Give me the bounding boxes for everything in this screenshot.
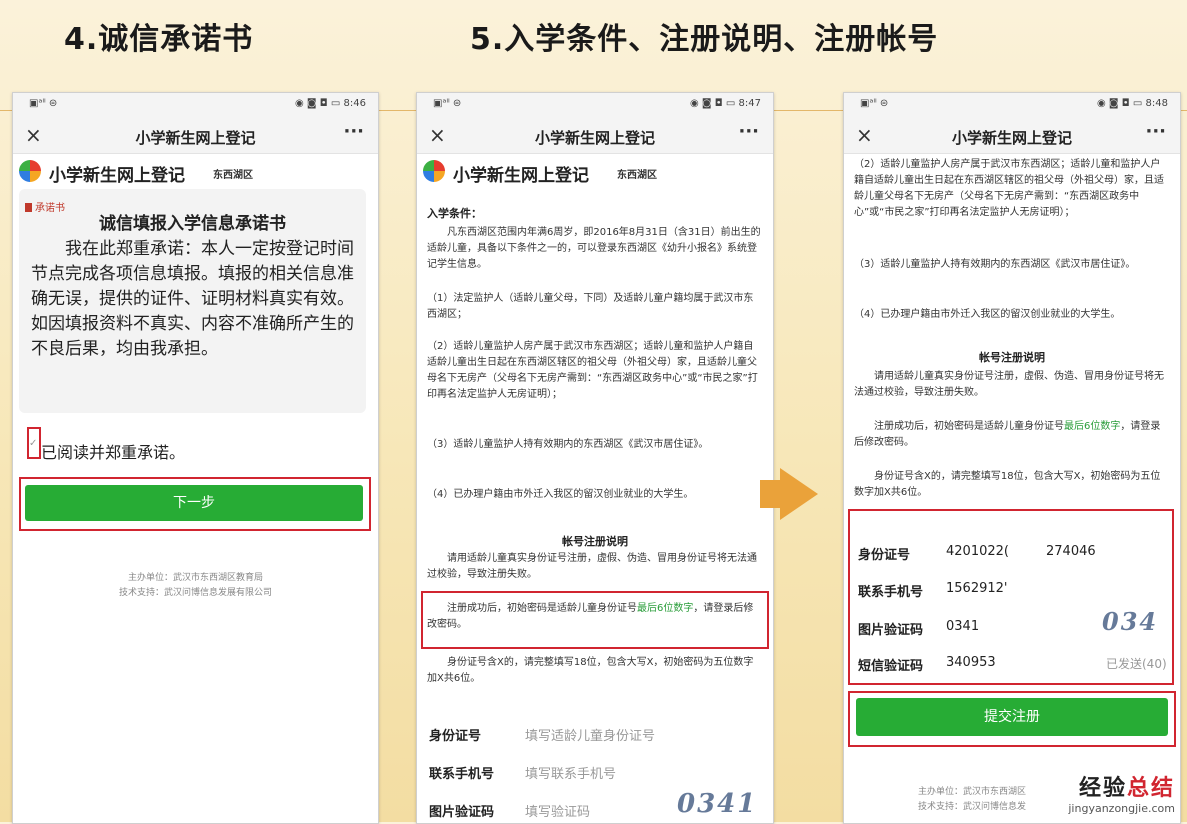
- condition-4: （4）已办理户籍由市外迁入我区的留汉创业就业的大学生。: [854, 309, 1121, 320]
- watermark-brand-b: 总结: [1126, 776, 1175, 801]
- condition-4: （4）已办理户籍由市外迁入我区的留汉创业就业的大学生。: [427, 489, 694, 500]
- sms-input[interactable]: 340953: [946, 655, 996, 670]
- captcha-image[interactable]: 034: [1102, 607, 1158, 636]
- arrow-right-icon: [760, 480, 782, 508]
- step4-heading: 4.诚信承诺书: [64, 22, 254, 57]
- phone-screen-pledge: ▣ᵃˡˡ ⊜ ◉ ◙ ◘ ▭ 8:46 × 小学新生网上登记 ··· 小学新生网…: [12, 92, 379, 824]
- footer: 主办单位：武汉市东西湖区教育局 技术支持：武汉问博信息发展有限公司: [13, 571, 378, 601]
- nav-bar: × 小学新生网上登记 ···: [13, 117, 378, 154]
- more-icon[interactable]: ···: [343, 121, 364, 142]
- highlight-text: 最后6位数字: [637, 603, 694, 614]
- nav-title: 小学新生网上登记: [951, 129, 1072, 147]
- phone-screen-conditions: ▣ᵃˡˡ ⊜ ◉ ◙ ◘ ▭ 8:47 × 小学新生网上登记 ··· 小学新生网…: [416, 92, 774, 824]
- status-icons: ◉ ◙ ◘ ▭: [1097, 98, 1143, 109]
- status-icons: ◉ ◙ ◘ ▭: [295, 98, 341, 109]
- registration-note-3: 身份证号含X的，请完整填写18位，包含大写X，初始密码为五位数字加X共6位。: [854, 471, 1161, 498]
- nav-bar: × 小学新生网上登记 ···: [417, 117, 773, 154]
- phone-screen-registration: ▣ᵃˡˡ ⊜ ◉ ◙ ◘ ▭ 8:48 × 小学新生网上登记 ··· （2）适龄…: [843, 92, 1181, 824]
- condition-2: （2）适龄儿童监护人房产属于武汉市东西湖区；适龄儿童和监护人户籍自适龄儿童出生日…: [854, 159, 1164, 218]
- sms-send-status[interactable]: 已发送(40): [1106, 655, 1167, 672]
- captcha-image[interactable]: 0341: [677, 789, 757, 819]
- status-bar: ▣ᵃˡˡ ⊜ ◉ ◙ ◘ ▭ 8:48: [844, 93, 1180, 117]
- captcha-label: 图片验证码: [858, 623, 924, 638]
- phone-label: 联系手机号: [858, 585, 924, 600]
- brand-district: 东西湖区: [213, 170, 253, 181]
- pledge-body: 我在此郑重承诺：本人一定按登记时间节点完成各项信息填报。填报的相关信息准确无误，…: [31, 239, 354, 359]
- agree-label: 已阅读并郑重承诺。: [41, 443, 186, 462]
- status-bar: ▣ᵃˡˡ ⊜ ◉ ◙ ◘ ▭ 8:46: [13, 93, 378, 117]
- divider-line: [772, 110, 843, 111]
- conditions-intro: 凡东西湖区范围内年满6周岁，即2016年8月31日（含31日）前出生的适龄儿童，…: [427, 227, 761, 270]
- nav-title: 小学新生网上登记: [534, 129, 655, 147]
- sms-label: 短信验证码: [858, 659, 924, 674]
- brand-header: 小学新生网上登记 东西湖区: [417, 154, 773, 188]
- submit-button[interactable]: 提交注册: [856, 698, 1168, 736]
- next-button[interactable]: 下一步: [25, 485, 363, 521]
- status-bar: ▣ᵃˡˡ ⊜ ◉ ◙ ◘ ▭ 8:47: [417, 93, 773, 117]
- brand-header: 小学新生网上登记 东西湖区: [13, 154, 378, 188]
- nav-bar: × 小学新生网上登记 ···: [844, 117, 1180, 154]
- registration-title: 帐号注册说明: [979, 351, 1045, 364]
- signal-icon: ▣ᵃˡˡ ⊜: [433, 98, 462, 109]
- logo-icon: [423, 160, 445, 182]
- pledge-title: 诚信填报入学信息承诺书: [99, 214, 286, 234]
- highlight-text: 最后6位数字: [1064, 421, 1121, 432]
- id-number-input[interactable]: 4201022(: [946, 544, 1009, 559]
- registration-note-1: 请用适龄儿童真实身份证号注册，虚假、伪造、冒用身份证号将无法通过校验，导致注册失…: [854, 371, 1164, 398]
- divider-line: [377, 110, 416, 111]
- registration-note-1: 请用适龄儿童真实身份证号注册，虚假、伪造、冒用身份证号将无法通过校验，导致注册失…: [427, 553, 757, 580]
- footer-support: 技术支持：武汉问博信息发展有限公司: [118, 588, 272, 598]
- registration-title: 帐号注册说明: [562, 535, 628, 548]
- signal-icon: ▣ᵃˡˡ ⊜: [860, 98, 889, 109]
- condition-1: （1）法定监护人（适龄儿童父母，下同）及适龄儿童户籍均属于武汉市东西湖区；: [427, 293, 754, 320]
- phone-input[interactable]: 1562912': [946, 581, 1007, 596]
- more-icon[interactable]: ···: [738, 121, 759, 142]
- pledge-card: 承诺书 诚信填报入学信息承诺书 我在此郑重承诺：本人一定按登记时间节点完成各项信…: [19, 189, 366, 413]
- check-icon: ✓: [29, 438, 38, 449]
- status-icons: ◉ ◙ ◘ ▭: [690, 98, 736, 109]
- watermark: 经验总结 jingyanzongjie.com: [1068, 770, 1175, 815]
- brand-name: 小学新生网上登记: [49, 166, 185, 186]
- conditions-title: 入学条件：: [427, 207, 482, 220]
- captcha-input[interactable]: 填写验证码: [525, 801, 590, 820]
- step5-heading: 5.入学条件、注册说明、注册帐号: [470, 22, 939, 57]
- id-number-label: 身份证号: [429, 729, 482, 744]
- captcha-label: 图片验证码: [429, 805, 495, 820]
- registration-note-2: 注册成功后，初始密码是适龄儿童身份证号最后6位数字，请登录后修改密码。: [854, 421, 1161, 448]
- brand-district: 东西湖区: [617, 170, 657, 181]
- captcha-input[interactable]: 0341: [946, 619, 979, 634]
- arrow-right-icon: [780, 468, 818, 520]
- watermark-brand-a: 经验: [1078, 776, 1127, 801]
- id-number-label: 身份证号: [858, 548, 911, 563]
- clock: 8:46: [343, 98, 366, 109]
- watermark-url: jingyanzongjie.com: [1068, 802, 1175, 815]
- phone-label: 联系手机号: [429, 767, 495, 782]
- signal-icon: ▣ᵃˡˡ ⊜: [29, 98, 58, 109]
- divider-line: [0, 110, 12, 111]
- id-number-input[interactable]: 填写适龄儿童身份证号: [525, 725, 655, 744]
- footer-unit: 主办单位：武汉市东西湖区教育局: [127, 573, 263, 583]
- nav-title: 小学新生网上登记: [135, 129, 256, 147]
- id-number-input-tail[interactable]: 274046: [1046, 544, 1096, 559]
- brand-name: 小学新生网上登记: [453, 166, 589, 186]
- condition-3: （3）适龄儿童监护人持有效期内的东西湖区《武汉市居住证》。: [427, 439, 709, 450]
- agree-checkbox[interactable]: ✓: [27, 427, 41, 459]
- phone-input[interactable]: 填写联系手机号: [525, 763, 616, 782]
- clock: 8:47: [738, 98, 761, 109]
- registration-note-2: 注册成功后，初始密码是适龄儿童身份证号最后6位数字，请登录后修改密码。: [427, 603, 754, 630]
- condition-3: （3）适龄儿童监护人持有效期内的东西湖区《武汉市居住证》。: [854, 259, 1136, 270]
- clock: 8:48: [1145, 98, 1168, 109]
- logo-icon: [19, 160, 41, 182]
- condition-2: （2）适龄儿童监护人房产属于武汉市东西湖区；适龄儿童和监护人户籍自适龄儿童出生日…: [427, 341, 758, 400]
- more-icon[interactable]: ···: [1145, 121, 1166, 142]
- registration-note-3: 身份证号含X的，请完整填写18位，包含大写X，初始密码为五位数字加X共6位。: [427, 657, 754, 684]
